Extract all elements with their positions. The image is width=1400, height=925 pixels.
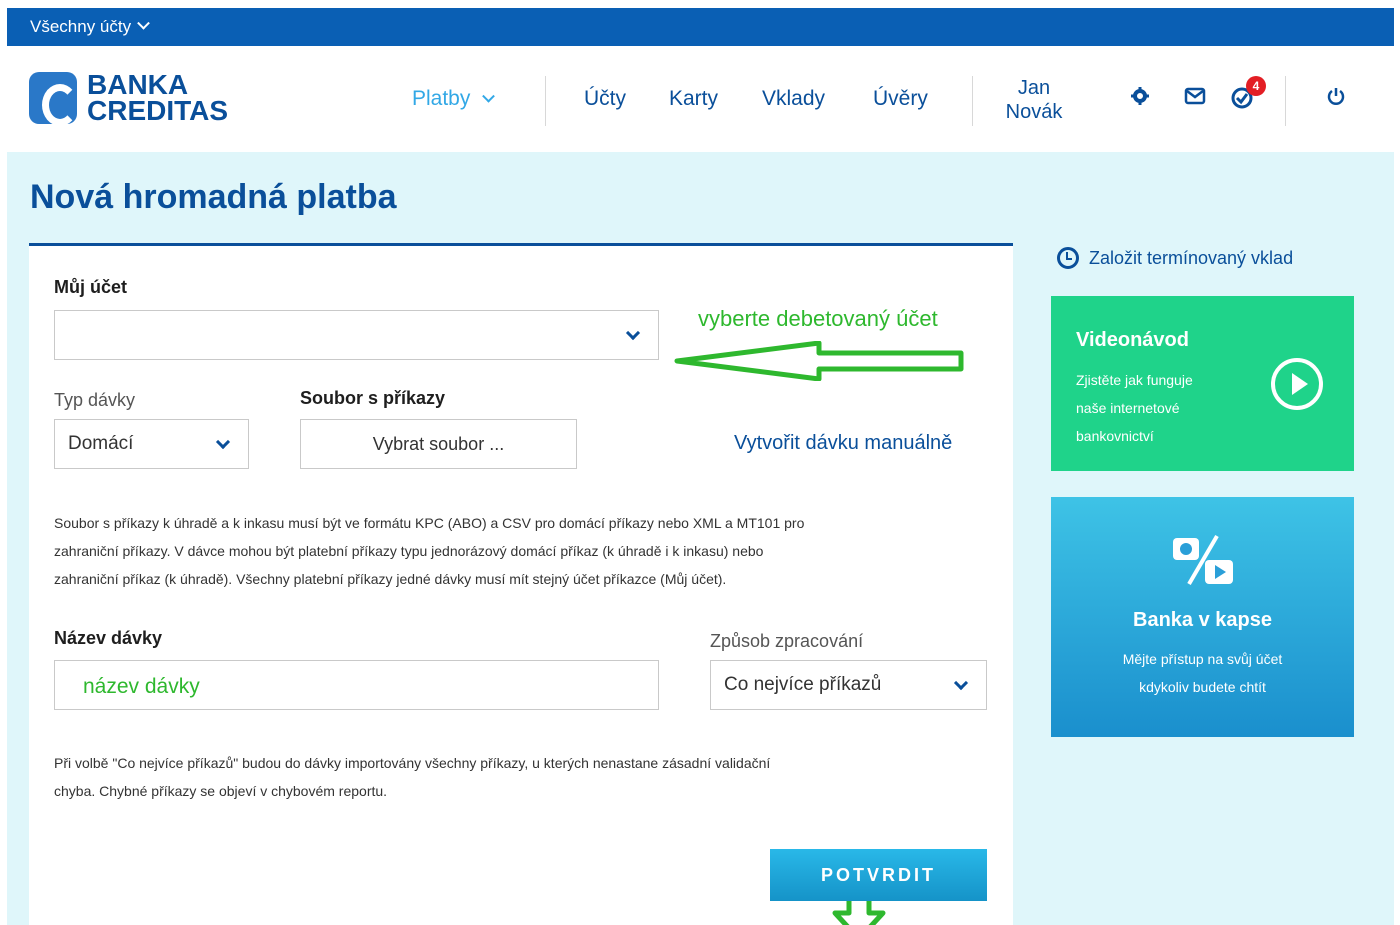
app-description: Mějte přístup na svůj účet kdykoliv bude… <box>1081 645 1324 701</box>
processing-select[interactable]: Co nejvíce příkazů <box>710 660 987 710</box>
term-deposit-label: Založit termínovaný vklad <box>1089 247 1294 268</box>
nav-ucty[interactable]: Účty <box>584 46 626 152</box>
batch-type-value: Domácí <box>68 433 134 454</box>
account-select[interactable] <box>54 310 659 360</box>
help-line: Soubor s příkazy k úhradě a k inkasu mus… <box>54 515 805 531</box>
nav-platby-label: Platby <box>412 87 471 110</box>
video-desc-line: bankovnictví <box>1076 428 1154 444</box>
main-content: Nová hromadná platba Můj účet vyberte de… <box>7 152 1394 925</box>
video-desc-line: Zjistěte jak funguje <box>1076 372 1193 388</box>
processing-label: Způsob zpracování <box>710 631 864 651</box>
create-manual-batch-link[interactable]: Vytvořit dávku manuálně <box>734 432 952 455</box>
bank-logo[interactable]: BANKA CREDITAS <box>29 71 229 126</box>
nav-vklady[interactable]: Vklady <box>762 46 825 152</box>
batch-name-input[interactable]: název dávky <box>54 660 659 710</box>
logo-text: BANKA CREDITAS <box>87 71 229 126</box>
annotation-account: vyberte debetovaný účet <box>698 306 938 331</box>
envelope-icon[interactable] <box>1182 86 1208 112</box>
account-selector[interactable]: Všechny účty <box>7 8 1394 46</box>
create-term-deposit-link[interactable]: Založit termínovaný vklad <box>1057 247 1293 269</box>
gear-icon[interactable] <box>1127 86 1153 112</box>
nav-divider <box>545 76 546 126</box>
batch-payment-form: Můj účet vyberte debetovaný účet Typ dáv… <box>29 243 1013 925</box>
nav-divider <box>1285 76 1286 126</box>
video-desc-line: naše internetové <box>1076 400 1180 416</box>
clock-icon <box>1057 247 1079 269</box>
note-line: chyba. Chybné příkazy se objeví v chybov… <box>54 783 388 799</box>
logo-icon <box>29 72 78 126</box>
annotation-arrow-left-icon <box>674 341 964 381</box>
chevron-down-icon <box>215 434 231 450</box>
chevron-down-icon <box>953 675 969 691</box>
select-file-button[interactable]: Vybrat soubor ... <box>300 419 577 469</box>
nav-uvery[interactable]: Úvěry <box>873 46 928 152</box>
help-line: zahraniční příkaz (k úhradě). Všechny pl… <box>54 571 727 587</box>
page-title: Nová hromadná platba <box>30 178 397 216</box>
main-header: BANKA CREDITAS Platby Účty Karty Vklady … <box>7 46 1394 152</box>
account-label: Můj účet <box>54 277 128 297</box>
app-desc-line: Mějte přístup na svůj účet <box>1122 651 1283 667</box>
user-name[interactable]: Jan Novák <box>999 76 1069 124</box>
app-store-icon <box>1173 534 1233 586</box>
chevron-down-icon <box>482 89 496 103</box>
logo-line2: CREDITAS <box>87 95 229 126</box>
video-title: Videonávod <box>1076 329 1189 351</box>
chevron-down-icon <box>137 16 150 30</box>
batch-type-label: Typ dávky <box>54 390 136 410</box>
video-tutorial-banner[interactable]: Videonávod Zjistěte jak funguje naše int… <box>1051 296 1354 471</box>
user-last-name: Novák <box>1005 101 1063 123</box>
nav-platby[interactable]: Platby <box>412 46 496 152</box>
account-selector-label: Všechny účty <box>30 17 132 36</box>
processing-note: Při volbě "Co nejvíce příkazů" budou do … <box>54 749 994 805</box>
mobile-app-banner[interactable]: Banka v kapse Mějte přístup na svůj účet… <box>1051 497 1354 737</box>
app-desc-line: kdykoliv budete chtít <box>1139 679 1266 695</box>
batch-name-label: Název dávky <box>54 628 163 648</box>
video-description: Zjistěte jak funguje naše internetové ba… <box>1076 366 1236 450</box>
note-line: Při volbě "Co nejvíce příkazů" budou do … <box>54 755 771 771</box>
confirm-button[interactable]: POTVRDIT <box>770 849 987 901</box>
nav-divider <box>972 76 973 126</box>
processing-value: Co nejvíce příkazů <box>724 674 882 695</box>
app-title: Banka v kapse <box>1133 609 1272 631</box>
nav-karty[interactable]: Karty <box>669 46 718 152</box>
file-label: Soubor s příkazy <box>300 388 446 408</box>
user-first-name: Jan <box>1017 77 1051 99</box>
file-format-help: Soubor s příkazy k úhradě a k inkasu mus… <box>54 509 994 593</box>
chevron-down-icon <box>625 325 641 341</box>
power-icon[interactable] <box>1323 86 1349 112</box>
play-icon[interactable] <box>1271 358 1323 410</box>
tasks-badge: 4 <box>1246 76 1266 96</box>
batch-type-select[interactable]: Domácí <box>54 419 249 469</box>
help-line: zahraniční příkazy. V dávce mohou být pl… <box>54 543 764 559</box>
